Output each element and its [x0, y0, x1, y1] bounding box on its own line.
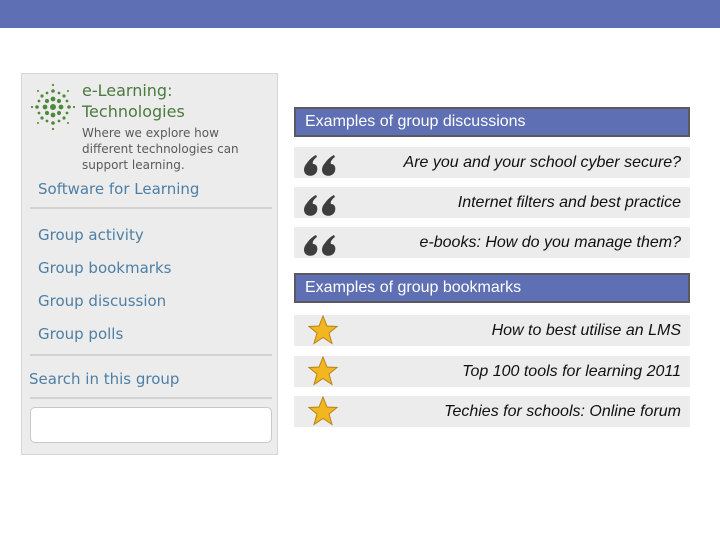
bookmarks-header: Examples of group bookmarks	[294, 273, 690, 303]
sidebar-item-group-bookmarks[interactable]: Group bookmarks	[38, 259, 171, 277]
group-sidebar: e-Learning: Technologies Where we explor…	[21, 73, 278, 455]
star-icon	[308, 396, 338, 426]
discussion-item[interactable]: e-books: How do you manage them?	[294, 227, 690, 258]
bookmark-item-title: How to best utilise an LMS	[491, 322, 681, 339]
brand-subtitle-line3: support learning.	[82, 158, 185, 172]
bookmark-item-title: Top 100 tools for learning 2011	[462, 363, 681, 380]
search-input[interactable]	[30, 407, 272, 443]
brand-title-line1: e-Learning:	[82, 81, 173, 100]
discussion-item-title: Internet filters and best practice	[457, 194, 681, 211]
star-icon	[308, 315, 338, 345]
bookmark-item-title: Techies for schools: Online forum	[444, 403, 681, 420]
divider	[30, 397, 272, 399]
divider	[30, 207, 272, 209]
quote-marks-icon	[304, 195, 336, 216]
sidebar-item-group-polls[interactable]: Group polls	[38, 325, 123, 343]
brand-title: e-Learning: Technologies	[82, 80, 185, 122]
quote-marks-icon	[304, 155, 336, 176]
search-heading: Search in this group	[29, 370, 180, 388]
discussion-item[interactable]: Are you and your school cyber secure?	[294, 147, 690, 178]
star-icon	[308, 356, 338, 386]
brand-subtitle-line1: Where we explore how	[82, 126, 219, 140]
globe-dots-logo-icon	[30, 83, 76, 131]
bookmark-item[interactable]: Top 100 tools for learning 2011	[294, 356, 690, 387]
top-accent-bar	[0, 0, 720, 28]
discussion-item[interactable]: Internet filters and best practice	[294, 187, 690, 218]
divider	[30, 354, 272, 356]
brand-title-line2: Technologies	[82, 102, 185, 121]
bookmark-item[interactable]: How to best utilise an LMS	[294, 315, 690, 346]
quote-marks-icon	[304, 235, 336, 256]
brand-subtitle-line2: different technologies can	[82, 142, 239, 156]
bookmark-item[interactable]: Techies for schools: Online forum	[294, 396, 690, 427]
sidebar-item-group-activity[interactable]: Group activity	[38, 226, 144, 244]
sidebar-item-group-discussion[interactable]: Group discussion	[38, 292, 166, 310]
brand-subtitle: Where we explore how different technolog…	[82, 125, 272, 173]
discussions-header: Examples of group discussions	[294, 107, 690, 137]
discussion-item-title: e-books: How do you manage them?	[419, 234, 681, 251]
discussion-item-title: Are you and your school cyber secure?	[403, 154, 681, 171]
section-title[interactable]: Software for Learning	[38, 180, 199, 198]
